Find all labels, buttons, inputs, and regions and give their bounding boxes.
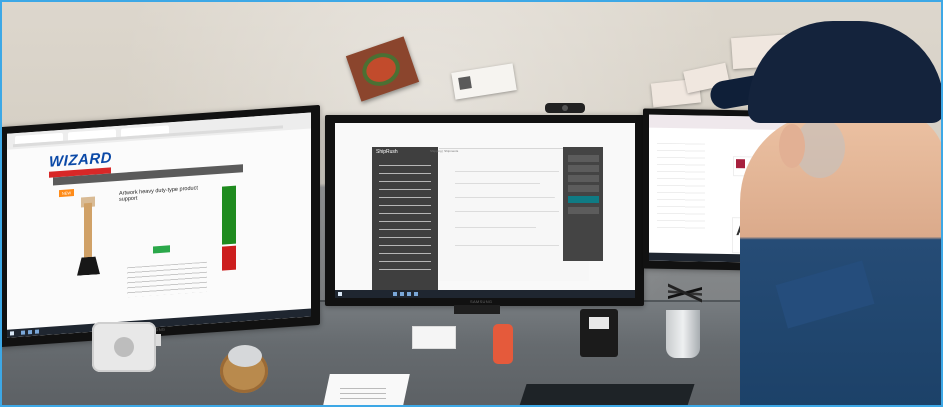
paper-note-lines [340,384,386,399]
pen-cup [666,310,700,358]
left-app-icon-2 [28,329,32,335]
middle-app-icon-3 [407,292,411,296]
office-photo: WIZARD NEW Artwork heavy duty-type produ… [0,0,943,407]
shiprush-subtitle: Shipping | Shipments [430,149,459,153]
product-base [77,256,100,276]
left-monitor: WIZARD NEW Artwork heavy duty-type produ… [2,104,320,348]
desk-speaker [92,322,156,372]
business-card-holder [412,326,456,349]
right-left-column [657,142,705,234]
left-app-icon-3 [35,329,39,334]
middle-monitor: ShipRush Shipping | Shipments SAMSUNG [325,115,644,306]
shiprush-button-2 [568,165,599,172]
product-image [69,196,109,281]
product-post [84,202,92,260]
green-side-ad [222,185,236,245]
shiprush-button-3 [568,175,599,182]
middle-taskbar [335,290,635,298]
keyboard [517,384,695,405]
middle-app-icon-2 [400,292,404,296]
shiprush-button-4 [568,185,599,192]
left-app-icon-1 [21,330,25,335]
left-start-icon [10,331,14,336]
new-badge: NEW [59,189,74,198]
add-to-cart-button [153,245,170,254]
middle-monitor-brand: SAMSUNG [470,299,493,304]
tape-dispenser [220,345,268,393]
webcam [545,103,585,113]
person-ear [779,124,805,168]
orange-stapler [493,324,513,364]
shiprush-active-button [568,196,599,203]
shiprush-form-lines [455,163,559,263]
product-text-lines [127,261,207,298]
label-printer [580,309,618,357]
shiprush-title: ShipRush [376,149,398,155]
red-side-ad [222,245,236,271]
middle-start-icon [338,292,342,296]
middle-app-icon-4 [414,292,418,296]
shiprush-button-1 [568,155,599,162]
middle-app-icon-1 [393,292,397,296]
shiprush-button-5 [568,207,599,214]
left-screen: WIZARD NEW Artwork heavy duty-type produ… [7,112,311,338]
middle-screen: ShipRush Shipping | Shipments [335,123,635,298]
product-title: Artwork heavy duty-type product support [119,185,198,203]
shiprush-menu-lines [379,165,431,276]
middle-monitor-stand [454,305,500,314]
right-card-thumbnail [736,159,745,169]
